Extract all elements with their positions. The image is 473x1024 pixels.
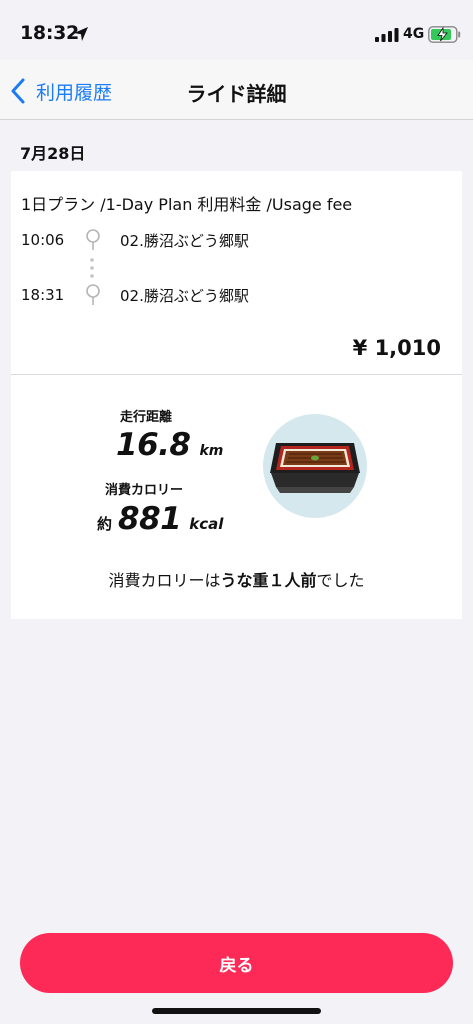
- end-stop: 18:31 02.勝沼ぶどう郷駅: [21, 284, 249, 306]
- distance-label: 走行距離: [120, 410, 173, 425]
- route-dots-icon: [90, 258, 94, 278]
- summary-suffix: でした: [316, 571, 365, 590]
- plan-description: 1日プラン /1-Day Plan 利用料金 /Usage fee: [21, 195, 353, 214]
- start-stop: 10:06 02.勝沼ぶどう郷駅: [21, 229, 249, 251]
- ride-detail-card: 1日プラン /1-Day Plan 利用料金 /Usage fee 10:06 …: [11, 171, 462, 619]
- start-station: 02.勝沼ぶどう郷駅: [120, 231, 249, 250]
- end-time: 18:31: [21, 286, 65, 304]
- summary-food: うな重１人前: [220, 571, 317, 590]
- fee-amount: ¥ 1,010: [352, 336, 441, 360]
- end-pin-icon: [86, 284, 100, 305]
- end-station: 02.勝沼ぶどう郷駅: [120, 286, 249, 305]
- calorie-value: 881: [118, 501, 182, 537]
- return-button[interactable]: 戻る: [20, 933, 453, 993]
- network-type: 4G: [403, 26, 425, 42]
- calorie-summary: 消費カロリーはうな重１人前でした: [11, 567, 462, 591]
- status-bar: 18:32 4G: [0, 0, 473, 60]
- divider: [11, 374, 462, 375]
- signal-icon: [375, 28, 399, 42]
- calorie-unit: kcal: [189, 515, 224, 533]
- calorie-label: 消費カロリー: [105, 483, 184, 498]
- summary-prefix: 消費カロリーは: [108, 571, 221, 590]
- unaju-food-icon: [263, 414, 367, 518]
- location-arrow-icon: [74, 27, 88, 41]
- start-time: 10:06: [21, 231, 65, 249]
- status-time: 18:32: [20, 22, 79, 44]
- home-indicator[interactable]: [152, 1008, 321, 1014]
- distance-value: 16.8: [116, 427, 191, 463]
- page-title: ライド詳細: [186, 82, 287, 106]
- battery-charging-icon: [428, 26, 461, 43]
- calorie-prefix: 約: [97, 515, 113, 533]
- return-button-label: 戻る: [219, 955, 254, 976]
- distance-unit: km: [199, 443, 224, 459]
- start-pin-icon: [86, 229, 100, 250]
- ride-date: 7月28日: [20, 144, 86, 163]
- navigation-bar: 利用履歴 ライド詳細: [0, 60, 473, 120]
- distance-row: 16.8 km: [116, 427, 223, 463]
- calorie-row: 約 881 kcal: [97, 501, 223, 537]
